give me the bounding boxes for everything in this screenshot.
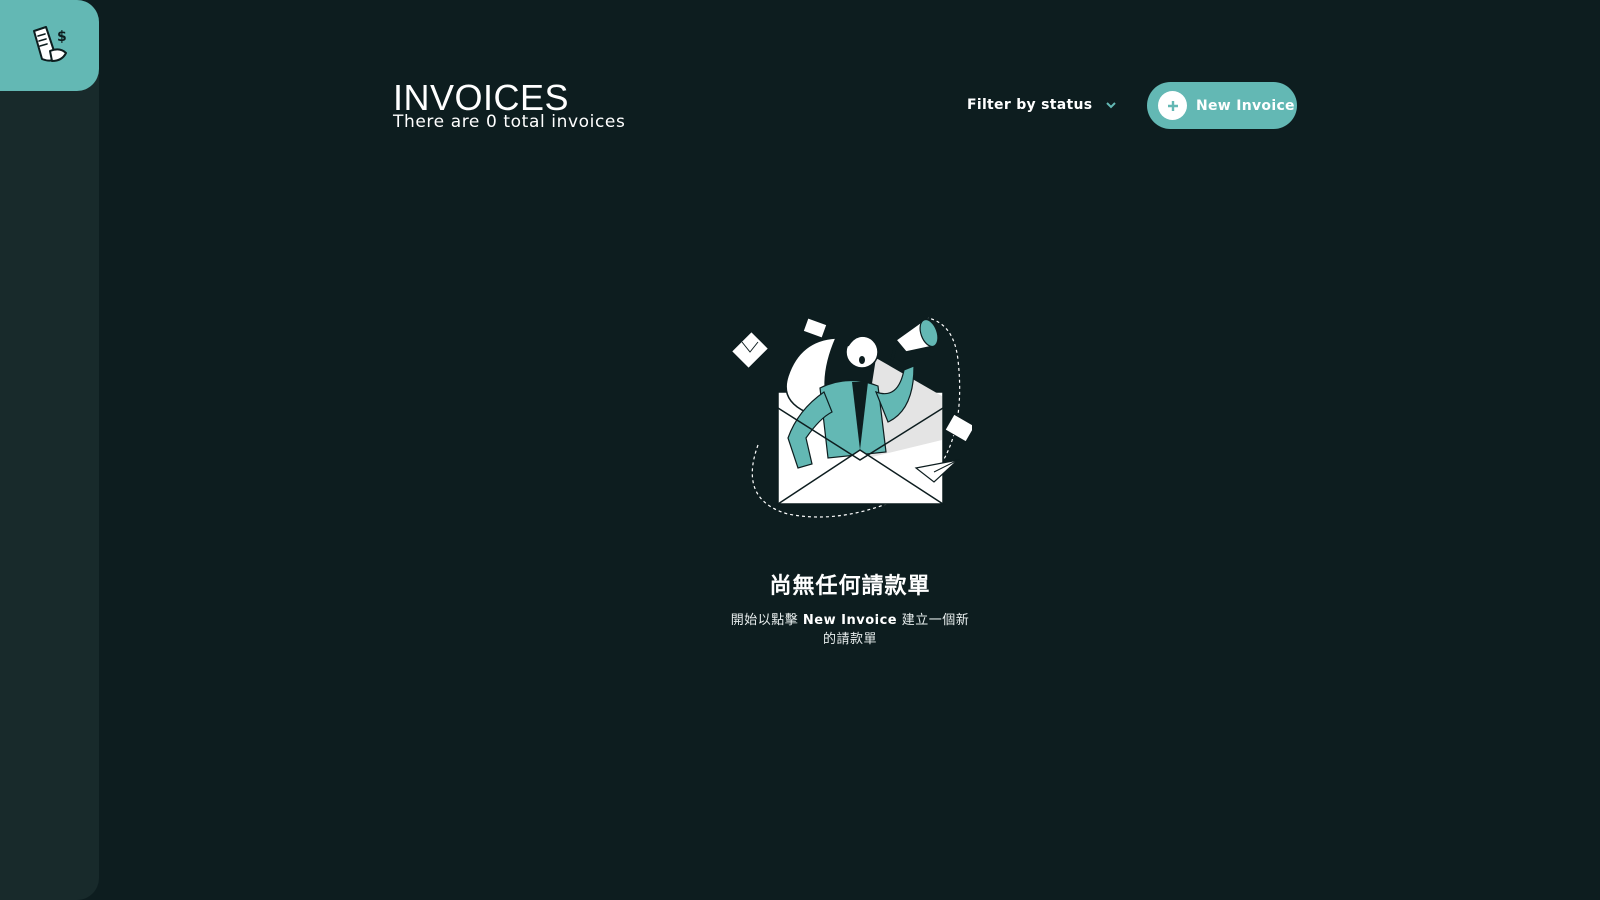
invoice-count: There are 0 total invoices	[393, 112, 626, 132]
plus-icon	[1158, 91, 1187, 120]
empty-state-message: 開始以點擊 New Invoice 建立一個新的請款單	[725, 611, 975, 649]
logo-button[interactable]: $	[0, 0, 99, 91]
filter-dropdown[interactable]: Filter by status	[967, 92, 1117, 118]
empty-state-title: 尚無任何請款單	[769, 574, 931, 599]
new-invoice-label: New Invoice	[1196, 97, 1295, 114]
svg-text:$: $	[57, 29, 67, 45]
empty-message-highlight: New Invoice	[802, 613, 898, 628]
woman-megaphone-envelope-illustration	[728, 300, 976, 534]
page-header: INVOICES There are 0 total invoices Filt…	[393, 78, 1298, 138]
sidebar: $	[0, 0, 99, 900]
empty-message-prefix: 開始以點擊	[730, 613, 803, 628]
filter-label: Filter by status	[967, 97, 1093, 113]
chevron-down-icon	[1106, 101, 1117, 109]
new-invoice-button[interactable]: New Invoice	[1147, 82, 1297, 129]
receipt-dollar-icon: $	[28, 23, 72, 69]
